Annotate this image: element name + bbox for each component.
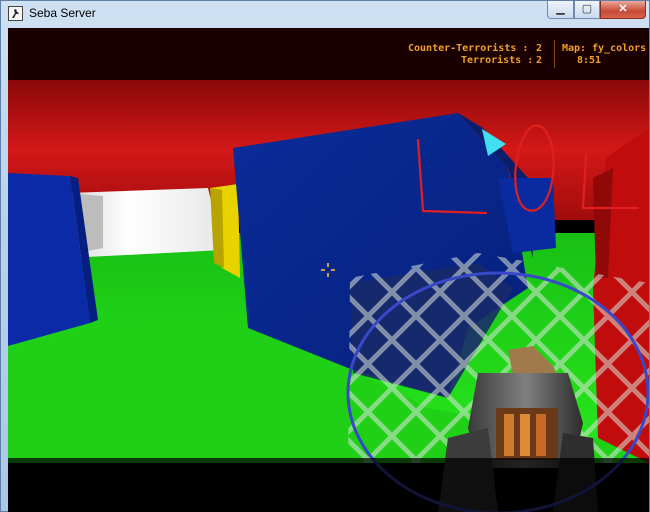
- minimize-icon: ▁: [556, 3, 565, 15]
- window-title: Seba Server: [29, 6, 96, 20]
- title-bar[interactable]: Seba Server ▁ ▢ ✕: [1, 1, 649, 27]
- hud-separator: [554, 40, 555, 68]
- game-window: Seba Server ▁ ▢ ✕ Counter-Terrorists: 2…: [0, 0, 650, 512]
- hud-ct-label: Counter-Terrorists :: [408, 43, 529, 54]
- hud-round-timer: 8:51: [577, 55, 602, 66]
- hud-map-name: fy_colors: [592, 43, 647, 54]
- close-button[interactable]: ✕: [600, 1, 646, 19]
- maximize-icon: ▢: [581, 3, 593, 15]
- game-viewport[interactable]: Counter-Terrorists : 2 Terrorists : 2 Ma…: [8, 28, 649, 512]
- close-icon: ✕: [618, 3, 628, 15]
- hud-t-label: Terrorists :: [461, 55, 534, 66]
- hud-scoreboard: Counter-Terrorists : 2 Terrorists : 2 Ma…: [8, 28, 649, 80]
- hud-t-score: 2: [536, 55, 543, 66]
- minimize-button[interactable]: ▁: [547, 1, 574, 19]
- hud-ct-score: 2: [536, 43, 543, 54]
- counter-strike-icon: [8, 6, 23, 21]
- hud-map-label: Map:: [562, 43, 587, 54]
- hud-bottom-bar: [8, 458, 649, 512]
- maximize-button[interactable]: ▢: [574, 1, 600, 19]
- crosshair-icon: [321, 263, 335, 277]
